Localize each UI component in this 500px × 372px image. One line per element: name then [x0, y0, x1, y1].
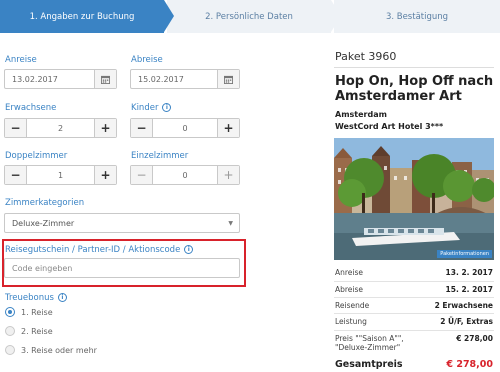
- divider: [334, 281, 494, 282]
- children-count[interactable]: 0: [153, 124, 217, 133]
- divider: [334, 297, 494, 298]
- room-category-label: Zimmerkategorien: [5, 198, 85, 208]
- voucher-code-input[interactable]: Code eingeben: [4, 258, 240, 278]
- adults-decrement-button[interactable]: −: [5, 119, 27, 137]
- arrival-label: Anreise: [5, 55, 37, 65]
- arrival-date-field[interactable]: 13.02.2017: [4, 69, 117, 89]
- step-booking-details[interactable]: 1. Angaben zur Buchung: [0, 0, 174, 33]
- summary-value: 13. 2. 2017: [445, 268, 493, 277]
- step-label: 2. Persönliche Daten: [205, 11, 293, 22]
- children-label: Kinder i: [131, 103, 172, 113]
- double-room-increment-button[interactable]: +: [94, 166, 116, 184]
- step-arrow: [164, 0, 174, 32]
- total-label: Gesamtpreis: [335, 359, 403, 370]
- info-icon[interactable]: i: [162, 103, 172, 112]
- summary-row-travellers: Reisende 2 Erwachsene: [335, 301, 493, 310]
- adults-increment-button[interactable]: +: [94, 119, 116, 137]
- step-arrow: [331, 0, 341, 32]
- total-row: Gesamtpreis € 278,00: [335, 359, 493, 370]
- loyalty-option-3[interactable]: 3. Reise oder mehr: [5, 345, 97, 355]
- adults-stepper: − 2 +: [4, 118, 117, 138]
- loyalty-label-text: Treuebonus: [5, 293, 54, 303]
- calendar-icon[interactable]: [94, 70, 116, 88]
- children-stepper: − 0 +: [130, 118, 240, 138]
- loyalty-option-label: 1. Reise: [21, 307, 53, 317]
- divider: [334, 67, 494, 68]
- summary-label: Leistung: [335, 317, 367, 326]
- summary-row-arrival: Anreise 13. 2. 2017: [335, 268, 493, 277]
- summary-row-departure: Abreise 15. 2. 2017: [335, 285, 493, 294]
- total-value: € 278,00: [446, 359, 493, 370]
- chevron-down-icon: ▼: [228, 219, 233, 227]
- loyalty-option-2[interactable]: 2. Reise: [5, 326, 53, 336]
- double-room-count[interactable]: 1: [27, 171, 94, 180]
- children-increment-button[interactable]: +: [217, 119, 239, 137]
- divider: [334, 330, 494, 331]
- adults-label: Erwachsene: [5, 103, 57, 113]
- package-hotel: WestCord Art Hotel 3***: [335, 122, 444, 131]
- booking-steps: 1. Angaben zur Buchung 2. Persönliche Da…: [0, 0, 500, 33]
- room-category-value: Deluxe-Zimmer: [12, 218, 75, 228]
- summary-row-services: Leistung 2 Ü/F, Extras: [335, 317, 493, 326]
- package-info-badge[interactable]: Paketinformationen: [437, 250, 492, 258]
- departure-date-field[interactable]: 15.02.2017: [130, 69, 240, 89]
- double-room-decrement-button[interactable]: −: [5, 166, 27, 184]
- summary-value: 15. 2. 2017: [445, 285, 493, 294]
- single-room-stepper: − 0 +: [130, 165, 240, 185]
- double-room-label: Doppelzimmer: [5, 151, 68, 161]
- radio-button[interactable]: [5, 345, 15, 355]
- single-room-count[interactable]: 0: [153, 171, 217, 180]
- loyalty-label: Treuebonus i: [5, 293, 67, 303]
- summary-label: Reisende: [335, 301, 370, 310]
- loyalty-option-label: 2. Reise: [21, 326, 53, 336]
- info-icon[interactable]: i: [57, 293, 67, 302]
- departure-date-value: 15.02.2017: [138, 74, 184, 84]
- single-room-increment-button[interactable]: +: [217, 166, 239, 184]
- price-row: Preis ""Saison A"", "Deluxe-Zimmer" € 27…: [335, 334, 493, 352]
- departure-label: Abreise: [131, 55, 163, 65]
- loyalty-option-label: 3. Reise oder mehr: [21, 345, 97, 355]
- price-label: Preis ""Saison A"", "Deluxe-Zimmer": [335, 334, 404, 352]
- step-personal-data[interactable]: 2. Persönliche Daten: [167, 0, 341, 33]
- loyalty-option-1[interactable]: 1. Reise: [5, 307, 53, 317]
- amsterdam-canal-image: [334, 138, 494, 260]
- summary-value: 2 Erwachsene: [434, 301, 493, 310]
- step-label: 1. Angaben zur Buchung: [29, 11, 135, 22]
- single-room-label: Einzelzimmer: [131, 151, 189, 161]
- price-value: € 278,00: [456, 334, 493, 343]
- children-label-text: Kinder: [131, 103, 159, 113]
- calendar-icon[interactable]: [217, 70, 239, 88]
- summary-label: Anreise: [335, 268, 364, 277]
- double-room-stepper: − 1 +: [4, 165, 117, 185]
- package-photo[interactable]: Paketinformationen: [334, 138, 494, 260]
- adults-count[interactable]: 2: [27, 124, 94, 133]
- step-confirmation[interactable]: 3. Bestätigung: [334, 0, 500, 33]
- package-number: Paket 3960: [335, 50, 397, 63]
- voucher-label: Reisegutschein / Partner-ID / Aktionscod…: [5, 245, 194, 255]
- info-icon[interactable]: i: [184, 245, 194, 254]
- radio-button[interactable]: [5, 326, 15, 336]
- divider: [334, 313, 494, 314]
- step-label: 3. Bestätigung: [385, 11, 449, 22]
- room-category-select[interactable]: Deluxe-Zimmer ▼: [4, 213, 240, 233]
- summary-value: 2 Ü/F, Extras: [440, 317, 493, 326]
- children-decrement-button[interactable]: −: [131, 119, 153, 137]
- summary-label: Abreise: [335, 285, 364, 294]
- package-city: Amsterdam: [335, 110, 387, 119]
- single-room-decrement-button[interactable]: −: [131, 166, 153, 184]
- arrival-date-value: 13.02.2017: [12, 74, 58, 84]
- package-title: Hop On, Hop Off nach Amsterdamer Art: [335, 74, 494, 104]
- voucher-label-text: Reisegutschein / Partner-ID / Aktionscod…: [5, 245, 181, 255]
- radio-button-selected[interactable]: [5, 307, 15, 317]
